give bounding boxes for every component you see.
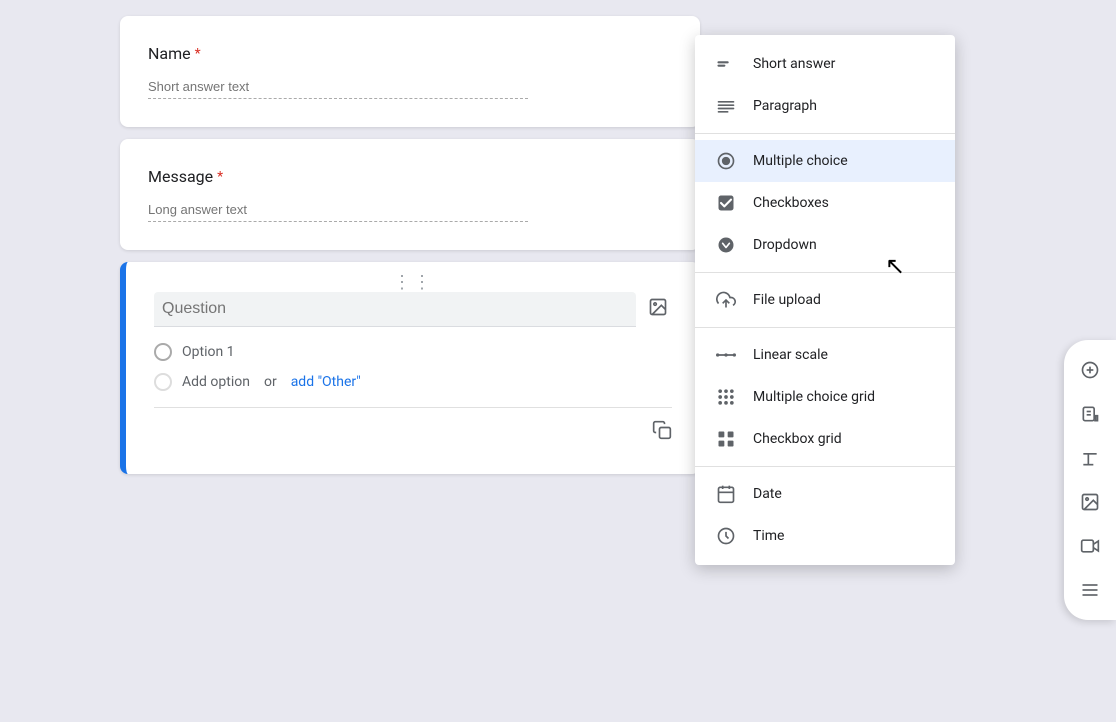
- or-text: or: [264, 374, 277, 390]
- add-option-row: Add option or add "Other": [154, 373, 672, 391]
- file-upload-icon: [715, 289, 737, 311]
- checkbox-grid-label: Checkbox grid: [753, 431, 842, 447]
- menu-item-short-answer[interactable]: Short answer: [695, 43, 955, 85]
- drag-handle[interactable]: ⋮⋮: [393, 272, 433, 293]
- add-question-button[interactable]: [1070, 350, 1110, 390]
- add-title-button[interactable]: [1070, 438, 1110, 478]
- dropdown-menu: Short answer Paragraph: [695, 35, 955, 565]
- paragraph-icon: [715, 95, 737, 117]
- name-card: Name *: [120, 16, 700, 127]
- file-upload-label: File upload: [753, 292, 821, 308]
- divider-2: [695, 272, 955, 273]
- date-label: Date: [753, 486, 782, 502]
- question-row: [154, 292, 672, 327]
- add-option-text[interactable]: Add option: [182, 374, 250, 390]
- message-input[interactable]: [148, 198, 528, 222]
- copy-button[interactable]: [652, 420, 672, 446]
- menu-item-linear-scale[interactable]: Linear scale: [695, 334, 955, 376]
- date-icon: [715, 483, 737, 505]
- import-questions-button[interactable]: [1070, 394, 1110, 434]
- linear-scale-icon: [715, 344, 737, 366]
- menu-item-multiple-choice[interactable]: Multiple choice: [695, 140, 955, 182]
- menu-item-checkbox-grid[interactable]: Checkbox grid: [695, 418, 955, 460]
- menu-item-paragraph[interactable]: Paragraph: [695, 85, 955, 127]
- divider-3: [695, 327, 955, 328]
- dropdown-label: Dropdown: [753, 237, 817, 253]
- question-input[interactable]: [154, 292, 636, 327]
- time-label: Time: [753, 528, 784, 544]
- menu-item-date[interactable]: Date: [695, 473, 955, 515]
- divider-1: [695, 133, 955, 134]
- message-required-star: *: [217, 169, 223, 185]
- card-bottom: [154, 407, 672, 446]
- right-sidebar: [1064, 340, 1116, 620]
- checkboxes-label: Checkboxes: [753, 195, 829, 211]
- option-1-radio: [154, 343, 172, 361]
- name-input[interactable]: [148, 75, 528, 99]
- checkboxes-icon: [715, 192, 737, 214]
- add-section-button[interactable]: [1070, 570, 1110, 610]
- time-icon: [715, 525, 737, 547]
- name-label-text: Name: [148, 44, 191, 63]
- multiple-choice-icon: [715, 150, 737, 172]
- multiple-choice-grid-label: Multiple choice grid: [753, 389, 875, 405]
- add-video-button[interactable]: [1070, 526, 1110, 566]
- menu-item-multiple-choice-grid[interactable]: Multiple choice grid: [695, 376, 955, 418]
- question-image-button[interactable]: [644, 293, 672, 327]
- message-label-text: Message: [148, 167, 213, 186]
- menu-item-dropdown[interactable]: Dropdown: [695, 224, 955, 266]
- message-card: Message *: [120, 139, 700, 250]
- menu-item-file-upload[interactable]: File upload: [695, 279, 955, 321]
- dropdown-icon: [715, 234, 737, 256]
- checkbox-grid-icon: [715, 428, 737, 450]
- name-required-star: *: [195, 46, 201, 62]
- name-label: Name *: [148, 44, 672, 63]
- option-1-row: Option 1: [154, 343, 672, 361]
- add-other-link[interactable]: add "Other": [291, 374, 361, 390]
- divider-4: [695, 466, 955, 467]
- short-answer-icon: [715, 53, 737, 75]
- message-label: Message *: [148, 167, 672, 186]
- add-image-button[interactable]: [1070, 482, 1110, 522]
- paragraph-label: Paragraph: [753, 98, 817, 114]
- menu-item-checkboxes[interactable]: Checkboxes: [695, 182, 955, 224]
- option-1-text: Option 1: [182, 344, 235, 360]
- main-content: Name * Message * ⋮⋮ O: [0, 0, 1116, 502]
- add-option-radio: [154, 373, 172, 391]
- short-answer-label: Short answer: [753, 56, 835, 72]
- multiple-choice-label: Multiple choice: [753, 153, 848, 169]
- question-card: ⋮⋮ Option 1 Add option or add "Other": [120, 262, 700, 474]
- linear-scale-label: Linear scale: [753, 347, 828, 363]
- multiple-choice-grid-icon: [715, 386, 737, 408]
- menu-item-time[interactable]: Time: [695, 515, 955, 557]
